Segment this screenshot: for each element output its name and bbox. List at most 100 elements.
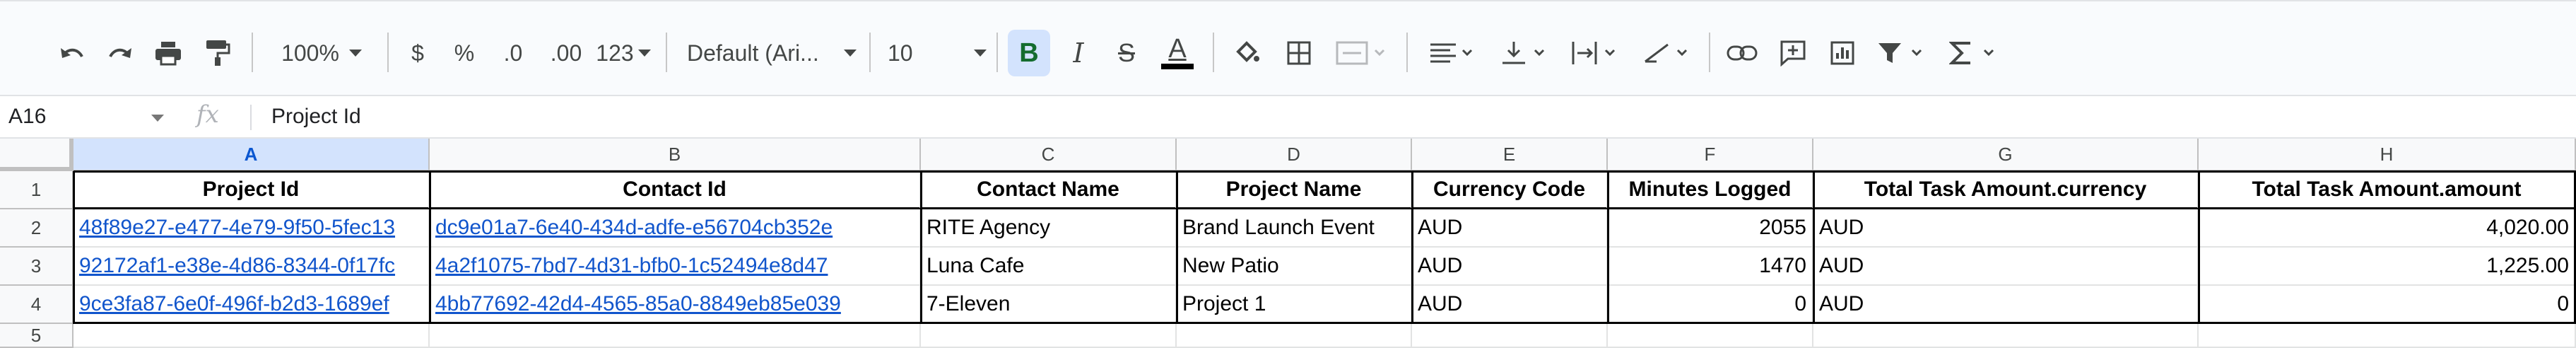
column-header-h[interactable]: H: [2199, 139, 2576, 171]
name-box[interactable]: A16: [0, 96, 175, 137]
header-cell[interactable]: Total Task Amount.amount: [2199, 171, 2576, 209]
data-cell[interactable]: 0: [2199, 286, 2576, 324]
table-border-vertical: [429, 171, 431, 324]
toolbar-divider: [252, 33, 253, 72]
sheet-grid: A B C D E F G H 1 2 3 4 5 Project Id Contact Id Contact…: [0, 139, 2576, 348]
insert-chart-icon[interactable]: [1818, 23, 1867, 83]
data-cell[interactable]: AUD: [1412, 248, 1608, 286]
data-cell[interactable]: 1,225.00: [2199, 248, 2576, 286]
data-cell[interactable]: Brand Launch Event: [1177, 209, 1412, 248]
column-header-b[interactable]: B: [430, 139, 921, 171]
row-header-4[interactable]: 4: [0, 286, 73, 324]
formula-divider: [250, 105, 252, 130]
data-cell[interactable]: AUD: [1813, 286, 2199, 324]
link-cell[interactable]: dc9e01a7-6e40-434d-adfe-e56704cb352e: [430, 209, 921, 248]
row-header-3[interactable]: 3: [0, 248, 73, 286]
data-cell[interactable]: RITE Agency: [921, 209, 1177, 248]
filter-icon[interactable]: [1870, 23, 1934, 83]
header-cell[interactable]: Project Name: [1177, 171, 1412, 209]
header-cell[interactable]: Minutes Logged: [1608, 171, 1813, 209]
toolbar-divider: [666, 33, 667, 72]
font-family-select[interactable]: Default (Ari...: [687, 23, 857, 83]
empty-cell[interactable]: [1608, 324, 1813, 348]
currency-format-button[interactable]: $: [400, 23, 435, 83]
link-cell[interactable]: 48f89e27-e477-4e79-9f50-5fec13: [73, 209, 430, 248]
chevron-down-icon: [151, 115, 164, 122]
chevron-down-icon: [348, 50, 362, 57]
table-border-top: [73, 170, 2576, 173]
fx-icon: fx: [196, 100, 219, 129]
header-cell[interactable]: Currency Code: [1412, 171, 1608, 209]
column-header-e[interactable]: E: [1412, 139, 1608, 171]
link-cell[interactable]: 4bb77692-42d4-4565-85a0-8849eb85e039: [430, 286, 921, 324]
empty-cell[interactable]: [2199, 324, 2576, 348]
vertical-align-icon[interactable]: [1493, 23, 1556, 83]
formula-bar: A16 fx Project Id: [0, 95, 2576, 139]
column-header-f[interactable]: F: [1608, 139, 1813, 171]
more-formats-select[interactable]: 123: [594, 23, 653, 83]
redo-icon[interactable]: [99, 23, 141, 83]
data-cell[interactable]: Luna Cafe: [921, 248, 1177, 286]
borders-icon[interactable]: [1278, 23, 1320, 83]
link-cell[interactable]: 4a2f1075-7bd7-4d31-bfb0-1c52494e8d47: [430, 248, 921, 286]
column-header-c[interactable]: C: [921, 139, 1177, 171]
functions-icon[interactable]: [1942, 23, 2006, 83]
italic-button[interactable]: I: [1059, 23, 1098, 83]
header-cell[interactable]: Contact Id: [430, 171, 921, 209]
data-cell[interactable]: 4,020.00: [2199, 209, 2576, 248]
select-all-corner[interactable]: [0, 139, 73, 171]
font-size-select[interactable]: 10: [888, 23, 987, 83]
bold-button[interactable]: B: [1008, 30, 1050, 76]
table-border-vertical: [2198, 171, 2200, 324]
strikethrough-button[interactable]: S: [1107, 23, 1146, 83]
link-cell[interactable]: 92172af1-e38e-4d86-8344-0f17fc: [73, 248, 430, 286]
table-border-vertical: [1813, 171, 1815, 324]
percent-format-button[interactable]: %: [447, 23, 482, 83]
data-cell[interactable]: Project 1: [1177, 286, 1412, 324]
data-cell[interactable]: AUD: [1412, 209, 1608, 248]
data-cell[interactable]: 2055: [1608, 209, 1813, 248]
data-cell[interactable]: 1470: [1608, 248, 1813, 286]
row-header-5[interactable]: 5: [0, 324, 73, 348]
horizontal-align-icon[interactable]: [1421, 23, 1484, 83]
insert-comment-icon[interactable]: [1768, 23, 1818, 83]
link-cell[interactable]: 9ce3fa87-6e0f-496f-b2d3-1689ef: [73, 286, 430, 324]
paint-format-icon[interactable]: [196, 23, 239, 83]
row-header-1[interactable]: 1: [0, 171, 73, 209]
column-header-d[interactable]: D: [1177, 139, 1412, 171]
empty-cell[interactable]: [73, 324, 430, 348]
text-rotation-icon[interactable]: [1635, 23, 1699, 83]
toolbar-divider: [387, 33, 389, 72]
row-header-2[interactable]: 2: [0, 209, 73, 248]
text-color-button[interactable]: A: [1156, 23, 1199, 83]
empty-cell[interactable]: [1813, 324, 2199, 348]
header-cell[interactable]: Total Task Amount.currency: [1813, 171, 2199, 209]
empty-cell[interactable]: [921, 324, 1177, 348]
column-header-g[interactable]: G: [1813, 139, 2199, 171]
column-header-a[interactable]: A: [73, 139, 430, 171]
data-cell[interactable]: AUD: [1813, 209, 2199, 248]
print-icon[interactable]: [147, 23, 189, 83]
undo-icon[interactable]: [51, 23, 93, 83]
formula-input[interactable]: Project Id: [271, 96, 361, 137]
table-border-vertical: [1607, 171, 1609, 324]
data-cell[interactable]: AUD: [1813, 248, 2199, 286]
toolbar-divider: [869, 33, 871, 72]
decrease-decimal-button[interactable]: .0: [490, 23, 536, 83]
empty-cell[interactable]: [430, 324, 921, 348]
data-cell[interactable]: 7-Eleven: [921, 286, 1177, 324]
header-cell[interactable]: Contact Name: [921, 171, 1177, 209]
data-cell[interactable]: AUD: [1412, 286, 1608, 324]
text-wrapping-icon[interactable]: [1563, 23, 1627, 83]
header-cell[interactable]: Project Id: [73, 171, 430, 209]
data-cell[interactable]: 0: [1608, 286, 1813, 324]
fill-color-icon[interactable]: [1225, 23, 1268, 83]
chevron-down-icon: [974, 50, 987, 57]
empty-cell[interactable]: [1412, 324, 1608, 348]
empty-cell[interactable]: [1177, 324, 1412, 348]
zoom-select[interactable]: 100%: [269, 23, 375, 83]
increase-decimal-button[interactable]: .00: [540, 23, 592, 83]
spreadsheet-window: 100% $ % .0 .00 123 Default (Ari... 10 B: [0, 0, 2576, 348]
data-cell[interactable]: New Patio: [1177, 248, 1412, 286]
insert-link-icon[interactable]: [1717, 23, 1767, 83]
